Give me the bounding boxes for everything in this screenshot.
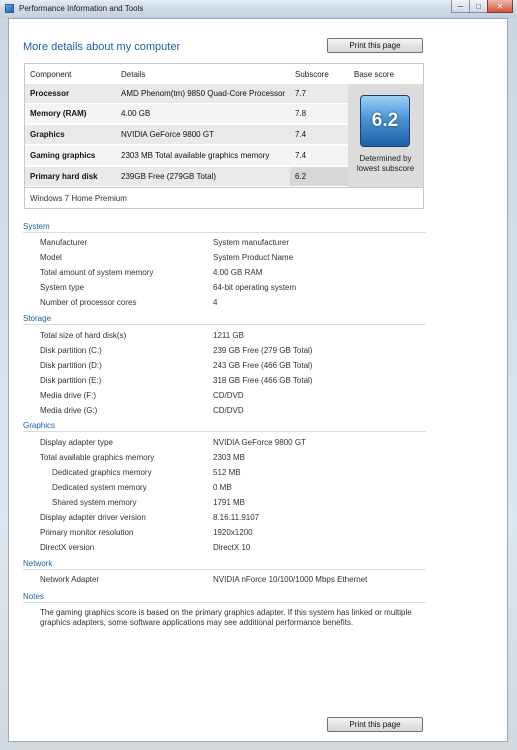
detail-value: 0 MB [213,483,232,492]
detail-value: 239 GB Free (279 GB Total) [213,346,313,355]
base-score-badge: 6.2 [360,95,410,147]
section-divider [23,324,426,325]
detail-value: NVIDIA GeForce 9800 GT [213,438,306,447]
score-row-processor: Processor AMD Phenom(tm) 9850 Quad-Core … [25,84,348,103]
detail-label: Disk partition (D:) [40,361,102,370]
detail-label: Disk partition (C:) [40,346,102,355]
component-subscore: 6.2 [295,172,307,181]
component-subscore: 7.7 [295,89,307,98]
header-base-score: Base score [354,70,395,79]
component-name: Processor [30,89,70,98]
detail-label: System type [40,283,85,292]
detail-value: 4.00 GB RAM [213,268,263,277]
content-pane: More details about my computer Print thi… [8,18,508,742]
section-divider [23,431,426,432]
detail-label: Number of processor cores [40,298,137,307]
section-divider [23,232,426,233]
detail-value: CD/DVD [213,391,244,400]
section-title-graphics: Graphics [23,421,56,430]
header-details: Details [121,70,146,79]
detail-value: System Product Name [213,253,294,262]
detail-value: 2303 MB [213,453,246,462]
section-divider [23,569,426,570]
print-page-button-top[interactable]: Print this page [327,38,423,53]
detail-label: Primary monitor resolution [40,528,134,537]
print-page-button-bottom[interactable]: Print this page [327,717,423,732]
detail-label: DirectX version [40,543,95,552]
detail-label: Total size of hard disk(s) [40,331,127,340]
detail-label: Dedicated graphics memory [52,468,152,477]
detail-label: Model [40,253,62,262]
component-details: 239GB Free (279GB Total) [121,172,217,181]
detail-value: 1791 MB [213,498,246,507]
section-title-system: System [23,222,50,231]
detail-value: DirectX 10 [213,543,251,552]
score-table-header: Component Details Subscore Base score [25,64,423,84]
score-row-memory: Memory (RAM) 4.00 GB 7.8 [25,104,348,123]
minimize-button[interactable]: ─ [451,0,470,13]
detail-label: Display adapter type [40,438,113,447]
title-bar[interactable]: Performance Information and Tools ─ □ ✕ [0,0,517,18]
score-table: Component Details Subscore Base score Pr… [24,63,424,209]
detail-label: Total available graphics memory [40,453,155,462]
component-subscore: 7.4 [295,130,307,139]
windows-edition: Windows 7 Home Premium [30,194,127,203]
component-subscore: 7.4 [295,151,307,160]
detail-value: 512 MB [213,468,241,477]
section-divider [23,602,426,603]
component-name: Gaming graphics [30,151,96,160]
detail-value: 243 GB Free (466 GB Total) [213,361,313,370]
section-title-notes: Notes [23,592,44,601]
detail-value: NVIDIA nForce 10/100/1000 Mbps Ethernet [213,575,368,584]
detail-value: System manufacturer [213,238,290,247]
section-title-network: Network [23,559,53,568]
base-score-panel: 6.2 Determined by lowest subscore [348,84,423,187]
notes-text: The gaming graphics score is based on th… [40,608,412,627]
detail-label: Manufacturer [40,238,88,247]
detail-label: Media drive (G:) [40,406,98,415]
header-subscore: Subscore [295,70,329,79]
component-name: Primary hard disk [30,172,98,181]
component-details: 2303 MB Total available graphics memory [121,151,270,160]
component-name: Memory (RAM) [30,109,87,118]
close-button[interactable]: ✕ [487,0,513,13]
divider [25,187,423,188]
detail-value: 64-bit operating system [213,283,297,292]
component-details: AMD Phenom(tm) 9850 Quad-Core Processor [121,89,286,98]
detail-label: Disk partition (E:) [40,376,102,385]
detail-value: 4 [213,298,218,307]
component-subscore: 7.8 [295,109,307,118]
detail-label: Display adapter driver version [40,513,146,522]
score-row-primary-hard-disk: Primary hard disk 239GB Free (279GB Tota… [25,167,348,186]
detail-value: 1920x1200 [213,528,253,537]
detail-label: Network Adapter [40,575,100,584]
detail-value: 1211 GB [213,331,244,340]
base-score-caption: Determined by lowest subscore [356,154,415,173]
detail-value: 318 GB Free (466 GB Total) [213,376,313,385]
section-title-storage: Storage [23,314,52,323]
score-row-gaming-graphics: Gaming graphics 2303 MB Total available … [25,146,348,165]
detail-label: Dedicated system memory [52,483,147,492]
window-controls: ─ □ ✕ [451,0,513,14]
score-row-graphics: Graphics NVIDIA GeForce 9800 GT 7.4 [25,125,348,144]
detail-label: Media drive (F:) [40,391,97,400]
component-details: 4.00 GB [121,109,151,118]
detail-value: CD/DVD [213,406,244,415]
window-title: Performance Information and Tools [19,4,144,13]
detail-label: Total amount of system memory [40,268,154,277]
detail-value: 8.16.11.9107 [213,513,260,522]
page-title: More details about my computer [23,41,181,53]
performance-icon [5,4,14,13]
header-component: Component [30,70,72,79]
maximize-button[interactable]: □ [469,0,488,13]
component-details: NVIDIA GeForce 9800 GT [121,130,214,139]
component-name: Graphics [30,130,65,139]
detail-label: Shared system memory [52,498,137,507]
